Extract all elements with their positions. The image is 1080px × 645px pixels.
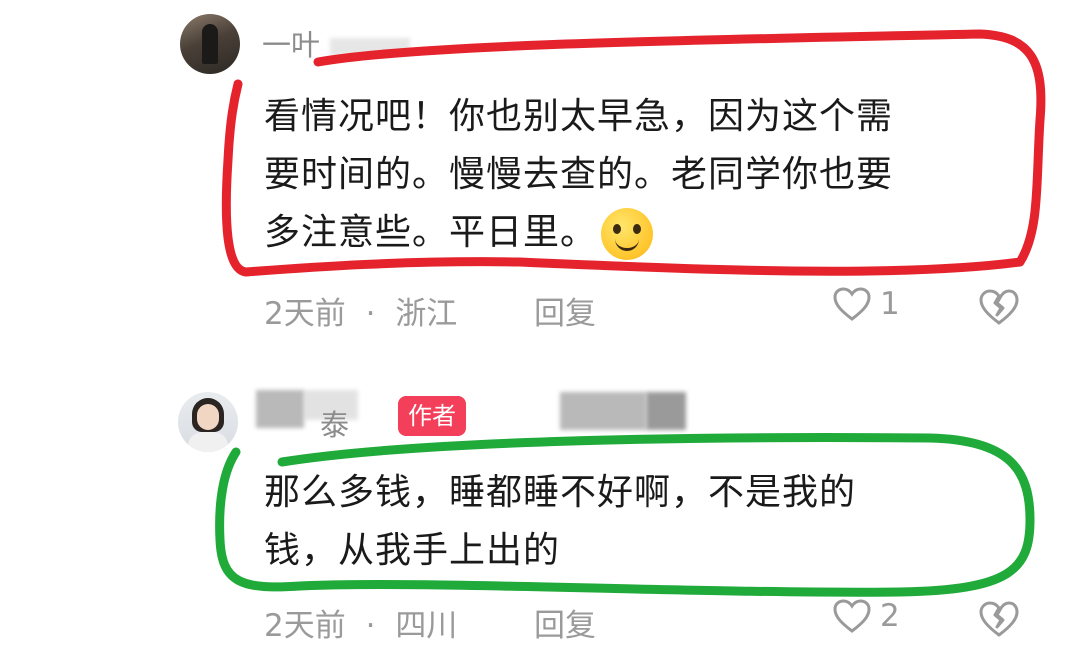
redacted-blur: [560, 392, 646, 430]
comment-text: 那么多钱，睡都睡不好啊，不是我的 钱，从我手上出的: [264, 464, 1004, 580]
broken-heart-icon[interactable]: [978, 600, 1020, 638]
comment-location: 浙江: [395, 296, 458, 332]
comment-line: 多注意些。平日里。: [264, 204, 1044, 262]
comment-time: 2天前: [264, 296, 346, 332]
author-avatar[interactable]: [178, 392, 238, 452]
heart-icon: [833, 287, 871, 321]
redacted-blur: [646, 392, 686, 430]
comment-line: 要时间的。慢慢去查的。老同学你也要: [264, 154, 894, 195]
reply-button[interactable]: 回复: [534, 600, 596, 645]
like-button[interactable]: 1: [832, 286, 900, 322]
heart-icon: [833, 599, 871, 633]
author-username[interactable]: 泰: [320, 402, 349, 444]
commenter-username[interactable]: 一叶: [262, 22, 320, 64]
reply-button[interactable]: 回复: [534, 288, 596, 333]
like-button[interactable]: 2: [832, 598, 900, 634]
comment-line: 钱，从我手上出的: [264, 530, 561, 571]
comment-line: 那么多钱，睡都睡不好啊，不是我的: [264, 472, 857, 513]
meta-separator: ·: [365, 296, 376, 332]
comment-line: 看情况吧！你也别太早急，因为这个需: [264, 96, 894, 137]
author-badge: 作者: [398, 396, 466, 436]
like-count: 1: [880, 286, 900, 322]
comment-time: 2天前: [264, 608, 346, 644]
meta-separator: ·: [365, 608, 376, 644]
redacted-name-blur: [330, 38, 410, 56]
redacted-name-blur: [256, 390, 304, 428]
comment-meta: 2天前 · 浙江: [264, 288, 457, 333]
smiling-face-icon: [601, 208, 654, 260]
broken-heart-icon[interactable]: [978, 288, 1020, 326]
commenter-avatar[interactable]: [180, 14, 240, 74]
comment-text: 看情况吧！你也别太早急，因为这个需 要时间的。慢慢去查的。老同学你也要 多注意些…: [264, 88, 1044, 262]
comment-meta: 2天前 · 四川: [264, 600, 457, 645]
comment-location: 四川: [395, 608, 458, 644]
like-count: 2: [880, 598, 900, 634]
